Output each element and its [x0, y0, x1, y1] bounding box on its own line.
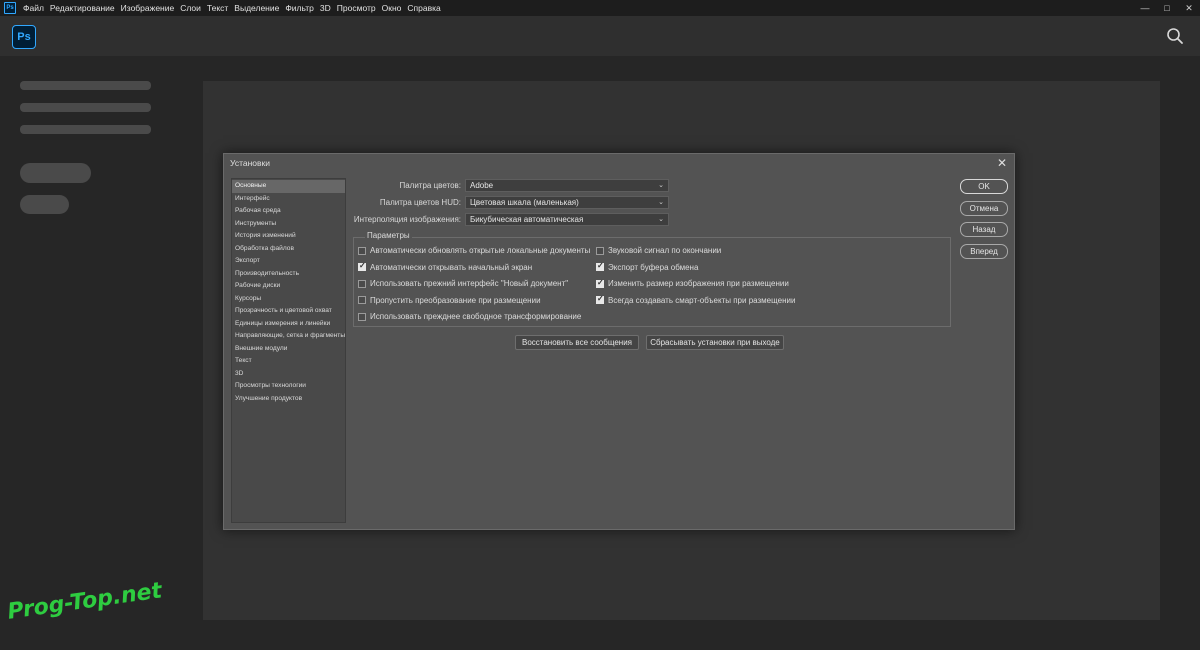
placeholder-button [20, 195, 69, 214]
search-icon [1167, 28, 1183, 44]
photoshop-logo[interactable]: Ps [12, 25, 36, 49]
menu-item[interactable]: Фильтр [282, 0, 317, 16]
menu-item[interactable]: 3D [317, 0, 334, 16]
checkbox-checked-icon[interactable] [596, 294, 604, 304]
checkbox-unchecked-icon[interactable] [358, 312, 366, 321]
preferences-dialog: Установки ✕ Основные Интерфейс Рабочая сре… [223, 153, 1015, 530]
color-picker-select[interactable]: Adobe ⌄ [465, 179, 669, 192]
app-header: Ps [0, 16, 1200, 56]
category-item[interactable]: Прозрачность и цветовой охват [232, 305, 345, 318]
dialog-title: Установки [230, 158, 271, 168]
parameters-title: Параметры [365, 231, 412, 240]
checkbox-unchecked-icon[interactable] [596, 246, 604, 255]
placeholder-line [20, 125, 151, 134]
checkbox-checked-icon[interactable] [596, 261, 604, 271]
checkbox-unchecked-icon[interactable] [358, 296, 366, 304]
menu-item[interactable]: Изображение [118, 0, 178, 16]
checkbox-checked-icon[interactable] [358, 261, 366, 271]
checkbox-unchecked-icon[interactable] [358, 246, 366, 255]
option-checkbox[interactable]: Использовать прежднее свободное трансфор… [358, 312, 581, 321]
forward-button[interactable]: Вперед [960, 244, 1008, 259]
category-item[interactable]: Просмотры технологии [232, 380, 345, 393]
chevron-down-icon: ⌄ [658, 182, 664, 189]
menu-item[interactable]: Текст [204, 0, 231, 16]
category-item[interactable]: 3D [232, 368, 345, 381]
reset-on-exit-button[interactable]: Сбрасывать установки при выходе [646, 335, 784, 350]
category-item[interactable]: Курсоры [232, 293, 345, 306]
menu-item[interactable]: Справка [404, 0, 443, 16]
menu-item[interactable]: Окно [379, 0, 405, 16]
minimize-button[interactable]: — [1134, 0, 1156, 16]
category-list: Основные Интерфейс Рабочая среда Инструмент… [231, 178, 346, 523]
checkbox-unchecked-icon[interactable] [358, 279, 366, 288]
category-item[interactable]: Инструменты [232, 218, 345, 231]
menu-item[interactable]: Редактирование [47, 0, 118, 16]
menu-item[interactable]: Просмотр [334, 0, 379, 16]
hud-picker-value: Цветовая шкала (маленькая) [470, 198, 579, 207]
photoshop-app-icon[interactable]: Ps [4, 2, 16, 14]
option-label: Всегда создавать смарт-объекты при разме… [608, 295, 796, 305]
category-item[interactable]: Улучшение продуктов [232, 393, 345, 406]
option-label: Пропустить преобразование при размещении [370, 295, 541, 305]
cancel-button[interactable]: Отмена [960, 201, 1008, 216]
option-checkbox[interactable]: Звуковой сигнал по окончании [596, 246, 721, 255]
option-label: Звуковой сигнал по окончании [608, 246, 722, 255]
search-button[interactable] [1166, 27, 1184, 45]
watermark: Prog-Top.net [6, 578, 164, 625]
maximize-button[interactable]: □ [1156, 0, 1178, 16]
category-item[interactable]: Экспорт [232, 255, 345, 268]
close-icon: ✕ [996, 156, 1008, 170]
window-controls: — □ ✕ [1134, 0, 1200, 16]
category-item[interactable]: Единицы измерения и линейки [232, 318, 345, 331]
interpolation-value: Бикубическая автоматическая [470, 215, 584, 224]
option-label: Экспорт буфера обмена [608, 262, 699, 272]
menu-item[interactable]: Файл [20, 0, 47, 16]
interpolation-select[interactable]: Бикубическая автоматическая ⌄ [465, 213, 669, 226]
color-picker-value: Adobe [470, 181, 494, 190]
option-label: Автоматически открывать начальный экран [370, 262, 533, 272]
ok-button[interactable]: OK [960, 179, 1008, 194]
option-label: Автоматически обновлять открытые локальн… [370, 246, 591, 255]
chevron-down-icon: ⌄ [658, 199, 664, 206]
option-label: Изменить размер изображения при размещен… [608, 279, 789, 288]
option-checkbox[interactable]: Пропустить преобразование при размещении [358, 296, 541, 305]
dialog-close-button[interactable]: ✕ [995, 156, 1009, 170]
option-checkbox[interactable]: Изменить размер изображения при размещен… [596, 278, 789, 288]
category-item[interactable]: Производительность [232, 268, 345, 281]
hud-picker-label: Палитра цветов HUD: [379, 198, 461, 207]
option-label: Использовать прежний интерфейс "Новый до… [370, 279, 569, 288]
checkbox-checked-icon[interactable] [596, 278, 604, 288]
category-item[interactable]: Текст [232, 355, 345, 368]
chevron-down-icon: ⌄ [658, 216, 664, 223]
menu-item[interactable]: Выделение [231, 0, 282, 16]
placeholder-line [20, 81, 151, 90]
category-item[interactable]: Направляющие, сетка и фрагменты [232, 330, 345, 343]
menu-bar: Ps Файл Редактирование Изображение Слои Текс… [0, 0, 1200, 16]
back-button[interactable]: Назад [960, 222, 1008, 237]
category-item[interactable]: Рабочая среда [232, 205, 345, 218]
category-item[interactable]: Рабочие диски [232, 280, 345, 293]
menu-items: Файл Редактирование Изображение Слои Текст Вы… [20, 0, 444, 16]
category-item[interactable]: История изменений [232, 230, 345, 243]
option-checkbox[interactable]: Автоматически обновлять открытые локальн… [358, 246, 590, 255]
close-window-button[interactable]: ✕ [1178, 0, 1200, 16]
reset-messages-button[interactable]: Восстановить все сообщения [515, 335, 639, 350]
color-picker-label: Палитра цветов: [399, 181, 461, 190]
category-item[interactable]: Внешние модули [232, 343, 345, 356]
placeholder-button [20, 163, 91, 183]
option-checkbox[interactable]: Экспорт буфера обмена [596, 261, 699, 272]
option-checkbox[interactable]: Автоматически открывать начальный экран [358, 261, 533, 272]
option-label: Использовать прежднее свободное трансфор… [370, 312, 582, 321]
interpolation-label: Интерполяция изображения: [353, 215, 461, 224]
category-item[interactable]: Основные [232, 180, 345, 193]
option-checkbox[interactable]: Всегда создавать смарт-объекты при разме… [596, 294, 796, 305]
hud-picker-select[interactable]: Цветовая шкала (маленькая) ⌄ [465, 196, 669, 209]
option-checkbox[interactable]: Использовать прежний интерфейс "Новый до… [358, 279, 568, 288]
category-item[interactable]: Обработка файлов [232, 243, 345, 256]
menu-item[interactable]: Слои [177, 0, 204, 16]
placeholder-line [20, 103, 151, 112]
category-item[interactable]: Интерфейс [232, 193, 345, 206]
